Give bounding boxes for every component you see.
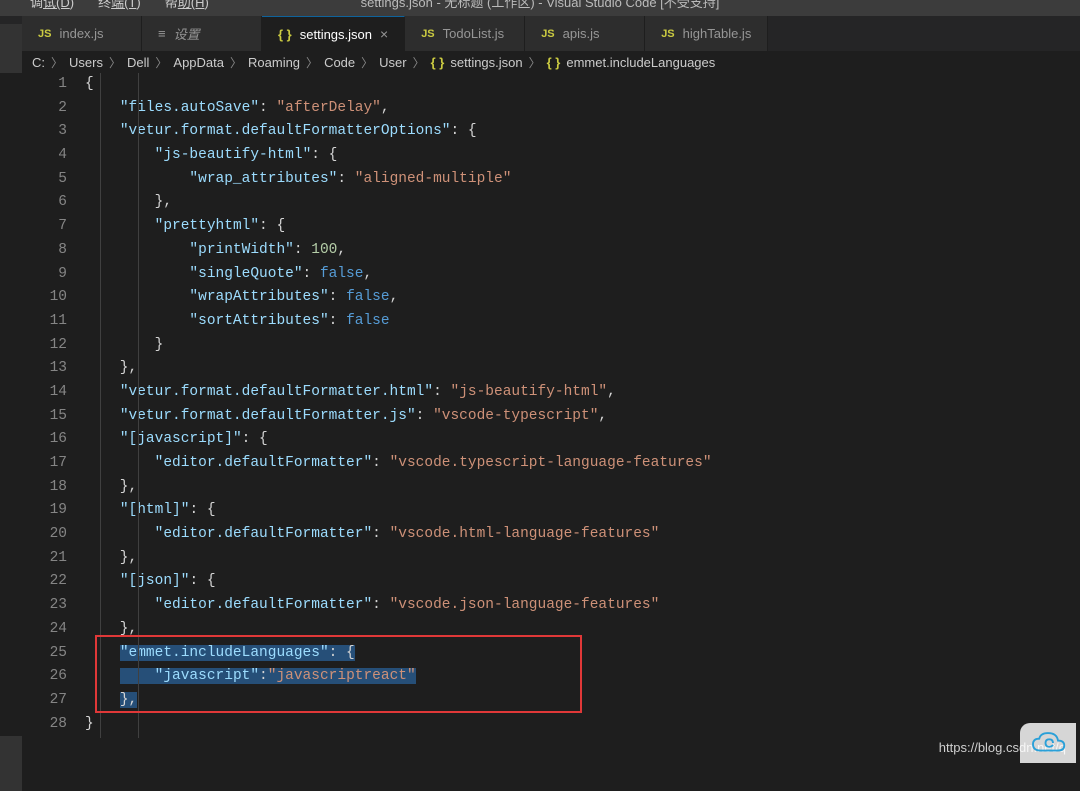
window-title: settings.json - 无标题 (工作区) - Visual Studi… [361,0,720,11]
chevron-right-icon: 〉 [155,54,167,71]
code-area[interactable]: { "files.autoSave": "afterDelay", "vetur… [85,73,1080,736]
crumb[interactable]: Users [69,55,103,70]
chevron-right-icon: 〉 [361,54,373,71]
settings-icon: ≡ [158,26,166,41]
tab-settings[interactable]: ≡设置 [142,16,262,51]
chevron-right-icon: 〉 [306,54,318,71]
chevron-right-icon: 〉 [230,54,242,71]
chevron-right-icon: 〉 [51,54,63,71]
crumb[interactable]: User [379,55,406,70]
braces-icon: { } [278,27,292,42]
chevron-right-icon: 〉 [413,54,425,71]
close-icon[interactable]: × [380,26,388,42]
crumb[interactable]: Code [324,55,355,70]
chevron-right-icon: 〉 [529,54,541,71]
chevron-right-icon: 〉 [109,54,121,71]
js-icon: JS [38,28,51,40]
menu-help[interactable]: 帮助(H) [165,0,209,11]
js-icon: JS [661,28,674,40]
line-gutter: 1234567891011121314151617181920212223242… [0,73,85,736]
tab-hightable-js[interactable]: JShighTable.js [645,16,768,51]
braces-icon: { } [547,55,561,70]
menu-terminal[interactable]: 终端(T) [98,0,141,11]
tab-apis-js[interactable]: JSapis.js [525,16,645,51]
crumb[interactable]: Roaming [248,55,300,70]
crumb[interactable]: emmet.includeLanguages [566,55,715,70]
js-icon: JS [541,28,554,40]
tab-settings-json[interactable]: { }settings.json× [262,16,405,51]
braces-icon: { } [431,55,445,70]
crumb[interactable]: C: [32,55,45,70]
editor[interactable]: 1234567891011121314151617181920212223242… [0,73,1080,736]
cloud-icon [1028,730,1068,756]
crumb[interactable]: AppData [173,55,224,70]
breadcrumbs[interactable]: C: 〉 Users 〉 Dell 〉 AppData 〉 Roaming 〉 Code 〉… [0,51,1080,73]
menu-debug[interactable]: 调试(D) [30,0,74,11]
tab-bar: JSindex.js ≡设置 { }settings.json× JSTodoL… [0,16,1080,51]
tab-index-js[interactable]: JSindex.js [22,16,142,51]
menu-bar: 调试(D) 终端(T) 帮助(H) settings.json - 无标题 (工… [0,0,1080,16]
cloud-badge [1020,723,1076,763]
crumb[interactable]: Dell [127,55,149,70]
crumb[interactable]: settings.json [450,55,522,70]
js-icon: JS [421,28,434,40]
tab-todolist-js[interactable]: JSTodoList.js [405,16,525,51]
